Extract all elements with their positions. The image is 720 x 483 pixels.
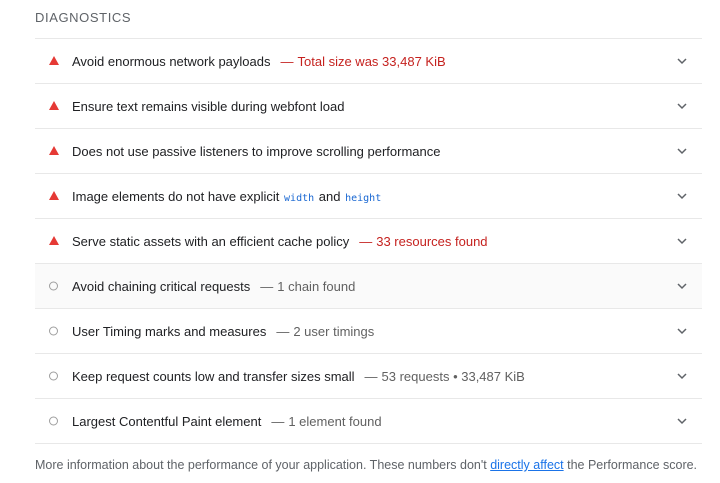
audit-title: Does not use passive listeners to improv… (72, 143, 441, 159)
audit-display-value: —53 requests • 33,487 KiB (364, 368, 525, 384)
audit-network-payloads[interactable]: Avoid enormous network payloads — Total si… (35, 39, 702, 84)
directly-affect-link[interactable]: directly affect (490, 458, 563, 472)
chevron-down-icon[interactable] (676, 370, 688, 382)
audit-display-value: — Total size was 33,487 KiB (280, 53, 446, 69)
code-height: height (345, 192, 382, 204)
audit-user-timings[interactable]: User Timing marks and measures —2 user ti… (35, 309, 702, 354)
chevron-down-icon[interactable] (676, 190, 688, 202)
section-title: DIAGNOSTICS (35, 10, 132, 25)
audit-title: Avoid chaining critical requests (72, 278, 251, 294)
footer-note: More information about the performance o… (35, 458, 697, 472)
audit-title-mid: and (318, 188, 341, 204)
chevron-down-icon[interactable] (676, 325, 688, 337)
audit-title: Keep request counts low and transfer siz… (72, 368, 355, 384)
circle-outline-icon (49, 326, 58, 336)
audit-title: Ensure text remains visible during webfo… (72, 98, 345, 114)
warning-triangle-icon (49, 146, 59, 156)
code-width: width (284, 192, 315, 204)
audit-lcp-element[interactable]: Largest Contentful Paint element —1 eleme… (35, 399, 702, 444)
audit-cache-policy[interactable]: Serve static assets with an efficient ca… (35, 219, 702, 264)
audit-display-value: —1 element found (271, 413, 382, 429)
audit-display-value: —2 user timings (276, 323, 375, 339)
audit-display-value: —33 resources found (359, 233, 488, 249)
audit-display-value: —1 chain found (260, 278, 356, 294)
audit-font-display[interactable]: Ensure text remains visible during webfo… (35, 84, 702, 129)
warning-triangle-icon (49, 56, 59, 66)
audit-title: Largest Contentful Paint element (72, 413, 262, 429)
chevron-down-icon[interactable] (676, 55, 688, 67)
warning-triangle-icon (49, 191, 59, 201)
audit-title: User Timing marks and measures (72, 323, 267, 339)
audit-title: Image elements do not have explicit (72, 188, 280, 204)
footer-text-before: More information about the performance o… (35, 458, 487, 472)
circle-outline-icon (49, 371, 58, 381)
chevron-down-icon[interactable] (676, 100, 688, 112)
chevron-down-icon[interactable] (676, 235, 688, 247)
audit-unsized-images[interactable]: Image elements do not have explicit widt… (35, 174, 702, 219)
audit-title: Avoid enormous network payloads (72, 53, 271, 69)
audit-title: Serve static assets with an efficient ca… (72, 233, 350, 249)
audit-passive-listeners[interactable]: Does not use passive listeners to improv… (35, 129, 702, 174)
audit-critical-request-chains[interactable]: Avoid chaining critical requests —1 chain… (35, 264, 702, 309)
footer-text-after: the Performance score. (567, 458, 698, 472)
chevron-down-icon[interactable] (676, 415, 688, 427)
audit-resource-summary[interactable]: Keep request counts low and transfer siz… (35, 354, 702, 399)
circle-outline-icon (49, 416, 58, 426)
warning-triangle-icon (49, 236, 59, 246)
chevron-down-icon[interactable] (676, 280, 688, 292)
circle-outline-icon (49, 281, 58, 291)
audit-list: Avoid enormous network payloads — Total si… (35, 38, 702, 444)
warning-triangle-icon (49, 101, 59, 111)
chevron-down-icon[interactable] (676, 145, 688, 157)
